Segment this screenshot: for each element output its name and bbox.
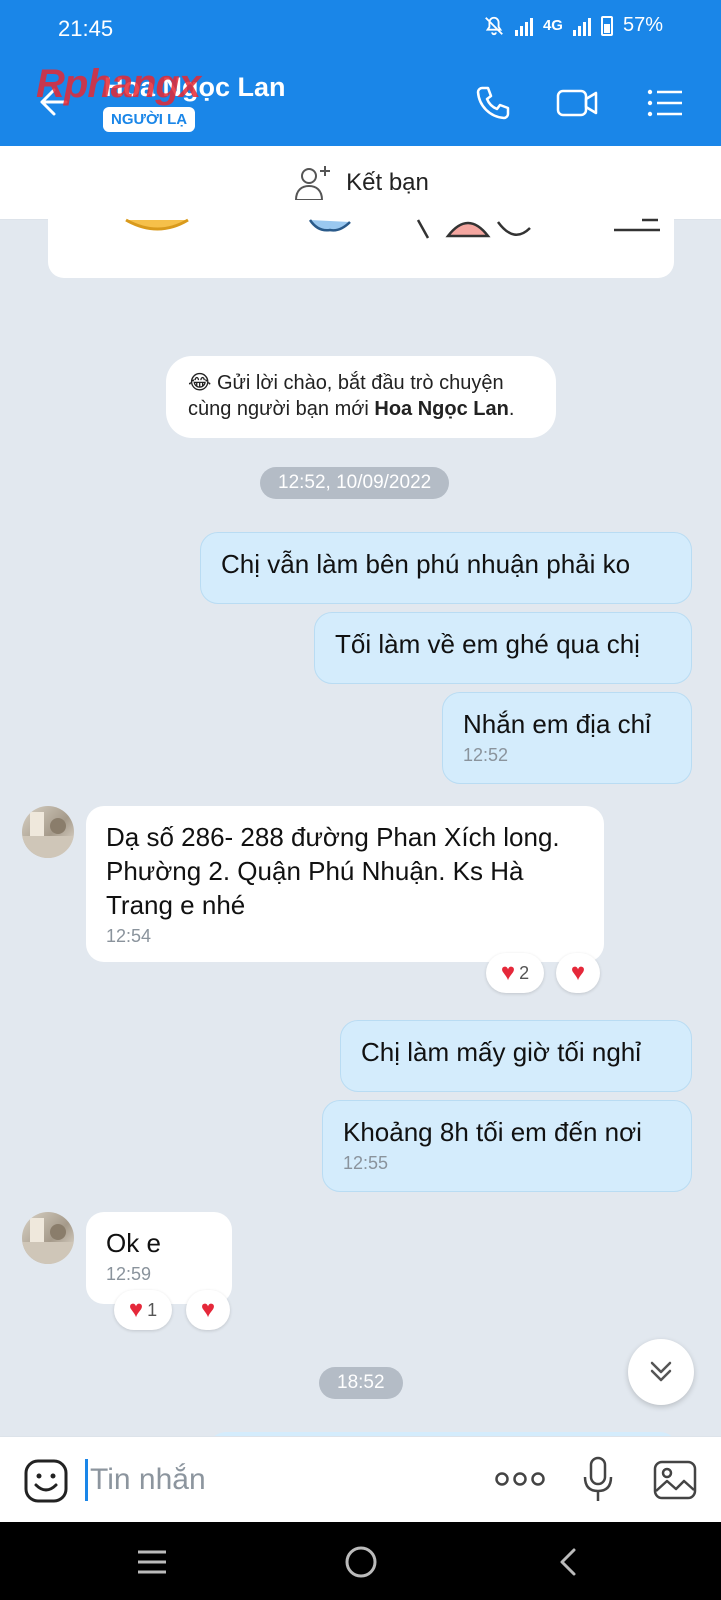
message-text: Ok e (106, 1228, 161, 1258)
avatar-photo (22, 812, 74, 858)
sent-message[interactable]: Tối làm về em ghé qua chị (314, 612, 692, 684)
heart-icon: ♥ (500, 959, 516, 986)
message-time: 12:52 (463, 745, 509, 765)
status-icons: 4G 57% (483, 14, 663, 37)
sent-message[interactable]: Khoảng 8h tối em đến nơi 12:55 (322, 1100, 692, 1192)
heart-icon: ♥ (570, 959, 586, 986)
sent-message[interactable]: Chị vẫn làm bên phú nhuận phải ko (200, 532, 692, 604)
battery-level: 57% (622, 14, 663, 36)
sticker-illustrations (125, 218, 660, 239)
mute-notification-icon (485, 16, 503, 35)
message-time: 12:59 (106, 1264, 152, 1284)
received-message[interactable]: Dạ số 286- 288 đường Phan Xích long. Phư… (86, 806, 604, 962)
react-heart-button[interactable]: ♥ (556, 953, 600, 993)
avatar-photo (22, 1218, 74, 1264)
system-message-name: Hoa Ngọc Lan (374, 398, 509, 420)
emoji-icon[interactable] (22, 1457, 70, 1505)
recent-apps-icon[interactable] (130, 1540, 174, 1584)
system-greeting-message: 😂 Gửi lời chào, bắt đầu trò chuyện cùng … (166, 356, 556, 438)
menu-list-icon[interactable] (642, 80, 688, 126)
sticker-card[interactable] (48, 200, 674, 278)
signal-icon-2 (572, 16, 591, 36)
signal-icon (514, 16, 533, 36)
status-time: 21:45 (58, 16, 114, 41)
phone-icon[interactable] (470, 80, 516, 126)
more-options-icon[interactable] (494, 1467, 546, 1491)
status-bar: 21:45 4G 57% (0, 0, 721, 58)
reaction-summary[interactable]: ♥ 1 (114, 1290, 172, 1330)
battery-icon (600, 15, 613, 36)
scroll-to-bottom-button[interactable] (628, 1339, 694, 1405)
chevron-double-down-icon (650, 1361, 672, 1382)
message-text: Chị làm mấy giờ tối nghỉ (361, 1037, 642, 1067)
watermark-logo: Rphangx (36, 62, 201, 106)
avatar[interactable] (22, 1212, 74, 1264)
system-message-line1: Gửi lời chào, bắt đầu trò chuyện (216, 372, 504, 394)
network-type: 4G (542, 17, 563, 34)
image-gallery-icon[interactable] (652, 1457, 698, 1503)
message-text: Nhắn em địa chỉ (463, 709, 651, 739)
stranger-badge: NGƯỜI LẠ (103, 107, 196, 132)
date-separator: 12:52, 10/09/2022 (260, 467, 450, 499)
back-nav-icon[interactable] (548, 1540, 592, 1584)
sent-message[interactable]: Chị làm mấy giờ tối nghỉ (340, 1020, 692, 1092)
message-composer (0, 1436, 721, 1522)
react-heart-button[interactable]: ♥ (186, 1290, 230, 1330)
video-call-icon[interactable] (554, 80, 600, 126)
system-message-line2: cùng người bạn mới (188, 398, 375, 420)
reaction-summary[interactable]: ♥ 2 (486, 953, 544, 993)
add-person-icon (295, 165, 331, 201)
add-friend-label: Kết bạn (346, 168, 429, 196)
heart-icon: ♥ (200, 1296, 216, 1323)
message-text: Tối làm về em ghé qua chị (335, 629, 640, 659)
reaction-count: 2 (519, 962, 530, 983)
avatar[interactable] (22, 806, 74, 858)
date-separator: 18:52 (319, 1367, 403, 1399)
message-input[interactable] (90, 1453, 470, 1507)
text-cursor (85, 1459, 88, 1501)
microphone-icon[interactable] (580, 1455, 616, 1505)
message-time: 12:54 (106, 926, 152, 946)
chat-header: Hoa Ngọc Lan Rphangx NGƯỜI LẠ (0, 58, 721, 146)
reaction-count: 1 (147, 1299, 158, 1320)
system-nav-bar (0, 1522, 721, 1600)
home-icon[interactable] (339, 1540, 383, 1584)
message-time: 12:55 (343, 1153, 389, 1173)
message-text: Chị vẫn làm bên phú nhuận phải ko (221, 549, 631, 579)
heart-icon: ♥ (128, 1296, 144, 1323)
message-text: Dạ số 286- 288 đường Phan Xích long. Phư… (106, 822, 560, 920)
laughing-emoji: 😂 (188, 372, 212, 394)
system-message-period: . (508, 398, 515, 420)
sent-message[interactable]: Nhắn em địa chỉ 12:52 (442, 692, 692, 784)
message-text: Khoảng 8h tối em đến nơi (343, 1117, 642, 1147)
